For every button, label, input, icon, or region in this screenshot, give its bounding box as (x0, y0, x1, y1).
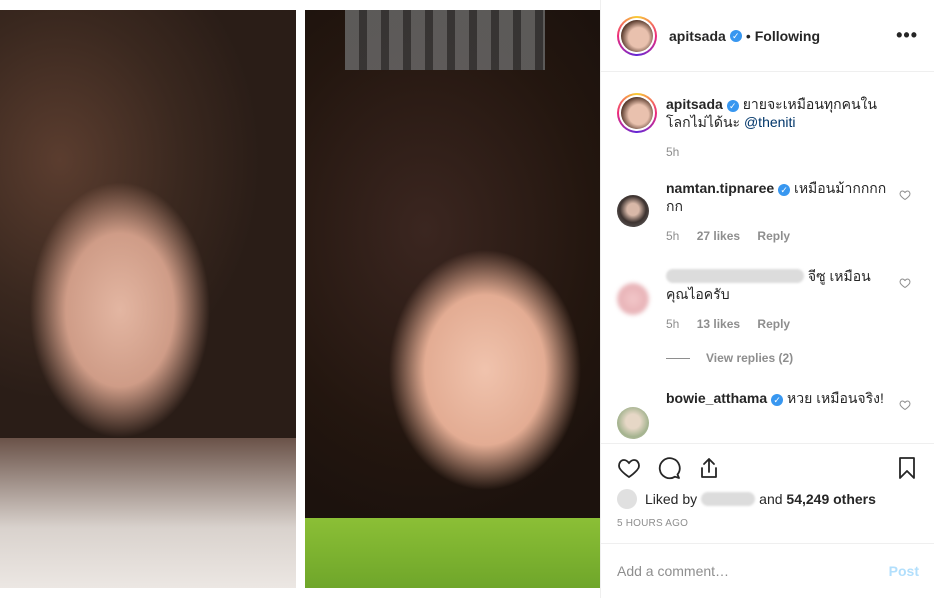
like-comment-icon[interactable] (899, 277, 911, 289)
author-avatar[interactable] (617, 15, 657, 56)
likes-joiner: and (759, 491, 783, 507)
caption: apitsada ✓ ยายจะเหมือนทุกคนในโลกไม่ได้นะ … (617, 91, 919, 161)
verified-icon: ✓ (778, 184, 791, 196)
caption-meta: 5h (666, 145, 693, 159)
separator-dot: • (745, 27, 751, 44)
post-timestamp[interactable]: 5 HOURS AGO (617, 518, 688, 529)
photo-left (0, 10, 296, 588)
liker-username-redacted[interactable] (701, 492, 756, 506)
verified-icon: ✓ (726, 100, 739, 112)
comment-body: จีซู เหมือนคุณไอครับ (666, 267, 888, 303)
photo-right-shirt (305, 518, 600, 588)
view-replies-button[interactable]: View replies (2) (666, 351, 793, 365)
photo-right (305, 10, 600, 588)
like-comment-icon[interactable] (899, 399, 911, 411)
photo-left-shirt (0, 438, 296, 588)
comment-body: namtan.tipnaree ✓ เหมือนม้ากกกกกก (666, 179, 888, 215)
reply-button[interactable]: Reply (757, 317, 790, 331)
heart-icon[interactable] (617, 456, 641, 480)
comment-avatar[interactable] (617, 407, 649, 439)
like-comment-icon[interactable] (899, 189, 911, 201)
comment-time[interactable]: 5h (666, 317, 679, 331)
comment-item: bowie_atthama ✓ หวย เหมือนจริง! (617, 389, 919, 443)
comment-username[interactable]: namtan.tipnaree (666, 180, 774, 196)
more-icon[interactable]: ••• (896, 25, 918, 46)
comment-avatar[interactable] (617, 283, 649, 315)
comment-likes[interactable]: 13 likes (697, 317, 740, 331)
likes-others[interactable]: 54,249 others (786, 491, 876, 507)
reply-button[interactable]: Reply (757, 229, 790, 243)
bookmark-icon[interactable] (895, 456, 919, 480)
post-button[interactable]: Post (889, 563, 919, 579)
comment-username-redacted[interactable] (666, 269, 804, 283)
comment-time[interactable]: 5h (666, 229, 679, 243)
post-header: apitsada ✓ • Following ••• (601, 0, 934, 72)
post-image[interactable] (0, 0, 600, 598)
view-replies-line (666, 357, 690, 359)
comment-item: จีซู เหมือนคุณไอครับ 5h 13 likes Reply V… (617, 265, 919, 375)
share-icon[interactable] (697, 456, 721, 480)
caption-body: apitsada ✓ ยายจะเหมือนทุกคนในโลกไม่ได้นะ … (666, 95, 888, 131)
comment-username[interactable]: bowie_atthama (666, 390, 767, 406)
comment-text: หวย เหมือนจริง! (787, 390, 884, 406)
post-side-panel: apitsada ✓ • Following ••• apitsada ✓ ยาย… (600, 0, 934, 598)
comment-item: namtan.tipnaree ✓ เหมือนม้ากกกกกก 5h 27 l… (617, 177, 919, 247)
liker-avatar[interactable] (617, 489, 637, 509)
comment-likes[interactable]: 27 likes (697, 229, 740, 243)
comment-body: bowie_atthama ✓ หวย เหมือนจริง! (666, 389, 888, 407)
photo-right-background (345, 10, 545, 70)
caption-avatar[interactable] (617, 93, 657, 133)
following-button[interactable]: Following (755, 28, 820, 44)
likes-summary: Liked by and 54,249 others (617, 488, 919, 510)
comment-meta: 5h 13 likes Reply (666, 317, 804, 331)
view-replies-label: View replies (2) (706, 351, 794, 365)
action-bar (601, 443, 934, 491)
verified-icon: ✓ (729, 29, 742, 42)
comment-meta: 5h 27 likes Reply (666, 229, 804, 243)
caption-username[interactable]: apitsada (666, 96, 723, 112)
comment-avatar[interactable] (617, 195, 649, 227)
comment-input[interactable] (617, 563, 889, 579)
caption-mention[interactable]: @theniti (744, 114, 796, 130)
add-comment-bar: Post (601, 543, 934, 598)
caption-time[interactable]: 5h (666, 145, 679, 159)
author-username[interactable]: apitsada (669, 28, 726, 44)
verified-icon: ✓ (771, 394, 784, 406)
comment-icon[interactable] (657, 456, 681, 480)
liked-by-label: Liked by (645, 491, 698, 507)
comments-list[interactable]: apitsada ✓ ยายจะเหมือนทุกคนในโลกไม่ได้นะ … (601, 73, 934, 443)
